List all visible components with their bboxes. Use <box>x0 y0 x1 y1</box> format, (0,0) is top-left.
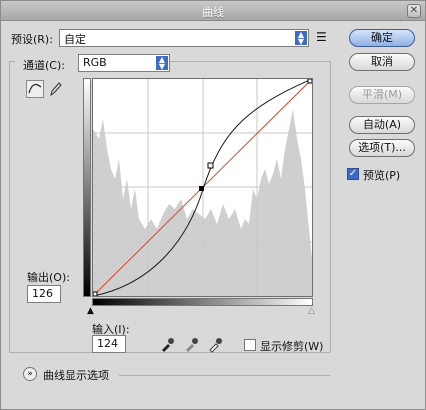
eyedropper-gray-icon[interactable] <box>183 337 199 356</box>
curve-point[interactable] <box>307 78 313 84</box>
curve-graph[interactable] <box>92 78 313 297</box>
channel-value: RGB <box>83 56 107 69</box>
show-clipping-checkbox[interactable] <box>244 339 256 351</box>
close-icon[interactable]: ✕ <box>407 4 421 18</box>
channel-select[interactable]: RGB ▲ ▼ <box>78 54 170 72</box>
channel-label: 通道(C): <box>23 59 65 72</box>
black-point-slider[interactable]: ▲ <box>87 306 94 316</box>
input-gradient-bar <box>92 298 313 306</box>
curve-point[interactable] <box>207 162 214 169</box>
preset-label: 预设(R): <box>11 33 53 46</box>
menu-icon[interactable]: ☰ <box>316 30 327 44</box>
divider <box>119 375 331 376</box>
window-title: 曲线 <box>202 6 224 19</box>
eyedropper-black-icon[interactable] <box>159 337 175 356</box>
ok-button[interactable]: 确定 <box>349 29 415 47</box>
white-point-slider[interactable]: △ <box>308 306 315 316</box>
preset-value: 自定 <box>64 33 86 46</box>
preview-label: 预览(P) <box>363 169 401 182</box>
curve-tool-icon[interactable] <box>26 80 44 98</box>
options-button[interactable]: 选项(T)... <box>349 139 415 157</box>
show-clipping-label: 显示修剪(W) <box>260 340 324 353</box>
preset-select[interactable]: 自定 ▲ ▼ <box>59 29 309 47</box>
curve-point[interactable] <box>92 291 98 297</box>
curve-point[interactable] <box>199 186 204 191</box>
smooth-button[interactable]: 平滑(M) <box>349 86 415 104</box>
output-gradient-bar <box>83 78 91 297</box>
cancel-button[interactable]: 取消 <box>349 53 415 71</box>
chevron-down-icon: ▲ ▼ <box>295 31 307 46</box>
input-field[interactable]: 124 <box>92 335 126 353</box>
title-bar: 曲线 ✕ <box>1 1 425 21</box>
expand-icon[interactable]: » <box>23 367 37 381</box>
pencil-icon[interactable] <box>48 81 62 100</box>
eyedropper-white-icon[interactable] <box>207 337 223 356</box>
output-label: 输出(O): <box>27 271 70 284</box>
auto-button[interactable]: 自动(A) <box>349 116 415 134</box>
curve-graph-canvas[interactable] <box>92 78 313 297</box>
chevron-down-icon: ▲ ▼ <box>156 56 168 71</box>
display-options-label: 曲线显示选项 <box>43 369 109 382</box>
output-field[interactable]: 126 <box>27 285 61 303</box>
curves-dialog: 曲线 ✕ 预设(R): 自定 ▲ ▼ ☰ 确定 取消 平滑(M) 自动(A) 选项… <box>0 0 426 410</box>
preview-checkbox[interactable]: ✓ <box>347 168 359 180</box>
